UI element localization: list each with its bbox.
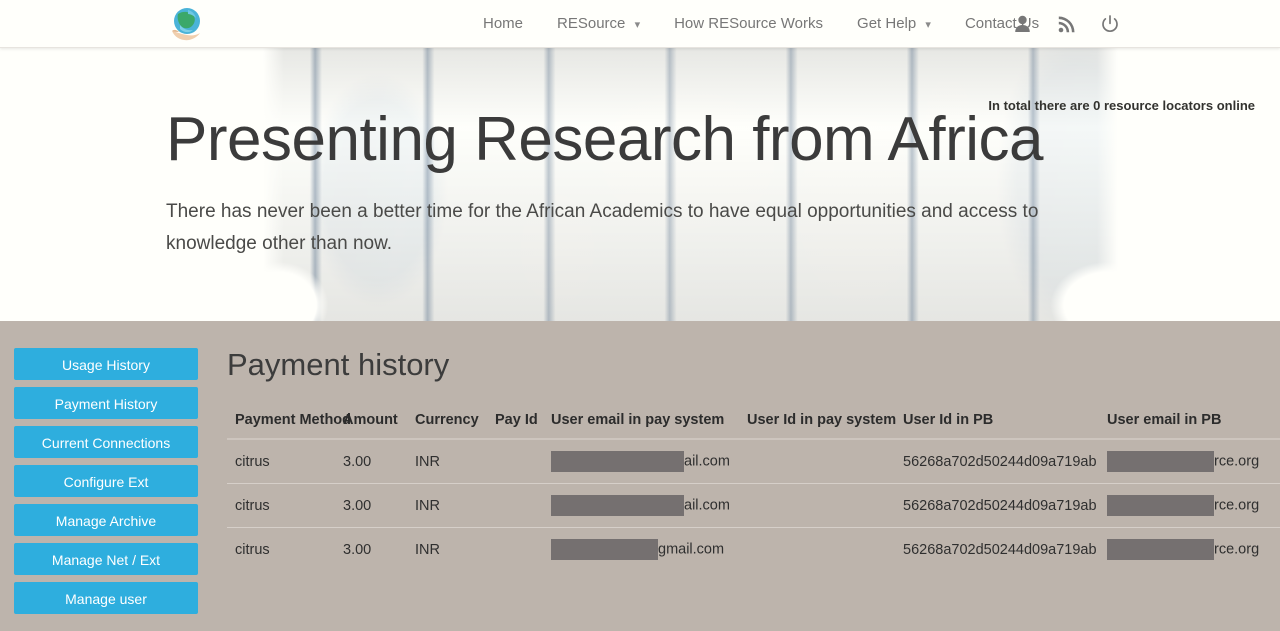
cell-currency: INR [407,483,487,528]
nav-link-resource[interactable]: RESource ▾ [540,0,657,49]
cell-user-email-in-pb: rce.org [1099,527,1280,572]
power-icon[interactable] [1100,14,1120,34]
redaction-block [1107,451,1214,473]
sidebar-item-manage-net-ext[interactable]: Manage Net / Ext [14,543,198,575]
main-nav-links: Home RESource ▾ How RESource Works Get H… [466,0,1056,48]
nav-icon-group [1012,0,1120,48]
nav-link-resource-label: RESource [557,14,626,32]
cell-user-email-in-pb: rce.org [1099,439,1280,484]
redaction-block [551,539,658,561]
cell-user-id-in-pay-system [739,439,895,484]
cell-payment-method: citrus [227,527,335,572]
column-header-user-email-in-pay-system: User email in pay system [543,408,739,441]
column-header-amount: Amount [335,408,407,441]
cell-user-email-in-pb-visible: rce.org [1214,453,1260,470]
cell-user-id-in-pb: 56268a702d50244d09a719ab [903,453,1097,470]
user-icon[interactable] [1012,14,1032,34]
sidebar-item-manage-user[interactable]: Manage user [14,582,198,614]
content-area: Usage History Payment History Current Co… [0,321,1280,631]
chevron-down-icon: ▾ [925,18,931,31]
cell-payment-method: citrus [227,483,335,528]
sidebar-item-manage-archive[interactable]: Manage Archive [14,504,198,536]
sidebar-item-usage-history[interactable]: Usage History [14,348,198,380]
globe-in-hand-icon [172,8,200,41]
cell-user-id-in-pb: 56268a702d50244d09a719ab [895,527,1099,572]
table-row: citrus 3.00 INR ail.com 56268a702d50244d… [227,439,1280,484]
cell-user-email-in-pay-system: gmail.com [543,527,739,572]
cell-user-email-in-pay-system-visible: ail.com [684,497,730,514]
table-row: citrus 3.00 INR ail.com 56268a702d50244d… [227,483,1280,528]
section-title: Payment history [227,348,450,382]
cell-currency: INR [415,453,440,470]
cell-user-id-in-pay-system [739,527,895,572]
redaction-block [1107,495,1214,517]
sidebar-menu: Usage History Payment History Current Co… [14,348,198,621]
cell-amount: 3.00 [335,483,407,528]
redaction-block [551,451,684,473]
redaction-block [1107,539,1214,561]
cell-user-email-in-pay-system: ail.com [543,483,739,528]
cell-user-email-in-pb-visible: rce.org [1214,497,1260,514]
cell-user-id-in-pb: 56268a702d50244d09a719ab [895,483,1099,528]
cell-user-email-in-pay-system-visible: ail.com [684,453,730,470]
cell-pay-id [487,439,543,484]
table-header: Payment Method Amount Currency Pay Id Us… [227,408,1280,441]
column-header-user-id-in-pay-system: User Id in pay system [739,408,896,441]
cell-user-email-in-pay-system-visible: gmail.com [658,541,725,558]
cell-amount: 3.00 [335,527,407,572]
table-row: citrus 3.00 INR gmail.com 56268a702d5024… [227,527,1280,572]
sidebar-item-configure-ext[interactable]: Configure Ext [14,465,198,497]
online-locators-status: In total there are 0 resource locators o… [988,98,1255,113]
nav-link-home[interactable]: Home [466,0,540,48]
cell-user-id-in-pay-system [739,483,895,528]
nav-link-how-resource-works[interactable]: How RESource Works [657,0,840,48]
column-header-currency: Currency [407,408,487,441]
chevron-down-icon: ▾ [634,18,641,31]
nav-link-home-label: Home [483,15,524,32]
redaction-block [551,495,684,517]
column-header-pay-id: Pay Id [487,408,543,441]
cell-payment-method: citrus [235,453,270,470]
table-body: citrus 3.00 INR ail.com 56268a702d50244d… [227,439,1280,572]
page-title: Presenting Research from Africa [166,105,1044,174]
hero-section: In total there are 0 resource locators o… [0,48,1280,321]
column-header-user-email-in-pb: User email in PB [1099,408,1280,441]
nav-link-get-help-label: Get Help [857,14,917,32]
sidebar-item-payment-history[interactable]: Payment History [14,387,198,419]
column-header-user-id-in-pb: User Id in PB [895,408,1099,441]
cell-user-email-in-pb: rce.org [1099,483,1280,528]
hero-subtitle: There has never been a better time for t… [166,201,1039,254]
cell-pay-id [487,527,543,572]
cell-pay-id [487,483,543,528]
nav-link-how-resource-works-label: How RESource Works [674,15,824,32]
hero-text-block: Presenting Research from Africa There ha… [166,105,1086,259]
rss-icon[interactable] [1056,14,1076,34]
globe-in-hand-logo[interactable] [168,5,206,43]
top-navigation-bar: Home RESource ▾ How RESource Works Get H… [0,0,1280,48]
table-header-row: Payment Method Amount Currency Pay Id Us… [227,408,1280,441]
column-header-payment-method: Payment Method [227,408,351,441]
cell-currency: INR [407,527,487,572]
sidebar-item-current-connections[interactable]: Current Connections [14,426,198,458]
payment-history-table: Payment Method Amount Currency Pay Id Us… [227,408,1280,572]
cell-user-email-in-pb-visible: rce.org [1214,541,1260,558]
nav-link-get-help[interactable]: Get Help ▾ [840,0,948,49]
main-panel: Payment history Payment Method Amount Cu… [227,348,1280,572]
cell-amount: 3.00 [343,453,372,470]
cell-user-email-in-pay-system: ail.com [543,439,739,484]
